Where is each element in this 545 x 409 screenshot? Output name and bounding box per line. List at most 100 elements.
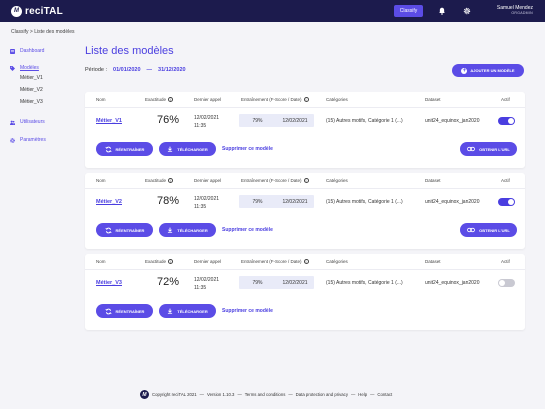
header-active: Actif [501,178,510,183]
sidebar-item-dashboard[interactable]: Dashboard [10,47,80,55]
active-toggle[interactable] [498,279,515,287]
privacy-link[interactable]: Data protection and privacy [296,392,348,397]
version: Version 1.10.3 [206,392,235,397]
dataset-value: unit24_equinox_jan2020 [425,280,480,286]
header-categories: Catégories [326,259,348,264]
user-menu[interactable]: Samuel Mendez ORGADMIN [478,5,533,16]
add-model-label: AJOUTER UN MODÈLE [470,68,515,73]
info-icon[interactable]: i [303,97,309,103]
retrain-button[interactable]: RÉENTRAÎNER [96,223,153,237]
training-date: 12/02/2021 [282,117,308,124]
info-icon[interactable]: i [303,259,309,265]
link-icon [467,146,476,152]
categories-value: (15) Autres motifs, Catégorie 1 (...) [326,199,403,205]
breadcrumb[interactable]: Classify > Liste des modèles [11,29,75,35]
delete-model-link[interactable]: Supprimer ce modèle [222,227,273,233]
header-last-call: Dernier appel [194,259,222,264]
info-icon[interactable]: i [168,97,174,103]
logo-text: reciTAL [25,5,63,17]
gear-icon[interactable] [461,5,473,17]
dashboard-icon [10,48,15,54]
tag-icon [10,65,15,71]
sidebar-item-label: Modèles [20,65,39,71]
header-training: Entraînement (F-Score / Date) i [241,259,309,265]
period-to[interactable]: 31/12/2020 [158,67,186,73]
model-card: Nom Exactitude i Dernier appel Entraîneme… [85,92,525,168]
categories-value: (15) Autres motifs, Catégorie 1 (...) [326,280,403,286]
download-button[interactable]: TÉLÉCHARGER [159,304,216,318]
header-active: Actif [501,97,510,102]
sidebar-item-users[interactable]: Utilisateurs [10,118,80,126]
info-icon[interactable]: i [303,178,309,184]
logo[interactable]: M reciTAL [11,5,63,17]
gear-icon [10,137,15,143]
training-box: 79% 12/02/2021 [239,276,314,289]
divider [85,269,525,270]
toggle-knob [499,280,505,286]
bell-icon[interactable] [436,5,448,17]
header-last-call: Dernier appel [194,178,222,183]
sidebar-item-models[interactable]: Modèles [10,64,80,72]
header-name: Nom [96,178,106,183]
sidebar-subitem-metier-v1[interactable]: Métier_V1 [20,72,80,84]
active-toggle[interactable] [498,117,515,125]
training-box: 79% 12/02/2021 [239,195,314,208]
terms-link[interactable]: Terms and conditions [245,392,286,397]
help-link[interactable]: Help [358,392,367,397]
sync-icon [104,227,112,233]
last-call-date: 12/02/2021 [194,277,220,283]
header-categories: Catégories [326,178,348,183]
get-url-button[interactable]: OBTENIR L'URL [460,223,517,237]
sidebar-subitem-metier-v3[interactable]: Métier_V3 [20,96,80,108]
period-label: Période : [85,67,108,73]
header-dataset: Dataset [425,97,441,102]
footer-logo: M [140,390,149,399]
top-bar: M reciTAL Classify Samuel Mendez ORGADMI… [0,0,545,22]
period-filter: Période : 01/01/2020 — 31/12/2020 [85,67,186,73]
header-training: Entraînement (F-Score / Date) i [241,178,309,184]
contact-link[interactable]: Contact [377,392,392,397]
last-call: 12/02/2021 11:35 [194,276,219,292]
download-button[interactable]: TÉLÉCHARGER [159,223,216,237]
training-date: 12/02/2021 [282,279,308,286]
sidebar: Dashboard Modèles Métier_V1 Métier_V2 Mé… [10,47,80,144]
fscore-value: 79% [252,198,263,205]
user-org: ORGADMIN [511,11,533,15]
info-icon[interactable]: i [168,178,174,184]
sidebar-item-settings[interactable]: Paramètres [10,136,80,144]
model-card: Nom Exactitude i Dernier appel Entraîneme… [85,173,525,249]
model-name-link[interactable]: Métier_V1 [96,118,122,124]
logo-mark: M [11,5,22,17]
sidebar-item-label: Paramètres [20,137,46,143]
get-url-button[interactable]: OBTENIR L'URL [460,142,517,156]
plus-icon: + [461,67,468,74]
exactitude-value: 76% [157,114,180,126]
add-model-button[interactable]: + AJOUTER UN MODÈLE [452,64,524,77]
delete-model-link[interactable]: Supprimer ce modèle [222,308,273,314]
toggle-knob [508,199,514,205]
training-box: 79% 12/02/2021 [239,114,314,127]
header-name: Nom [96,97,106,102]
delete-model-link[interactable]: Supprimer ce modèle [222,146,273,152]
divider [85,107,525,108]
last-call-time: 11:35 [194,123,207,129]
retrain-button[interactable]: RÉENTRAÎNER [96,304,153,318]
sync-icon [104,146,112,152]
last-call-date: 12/02/2021 [194,115,220,121]
model-name-link[interactable]: Métier_V2 [96,199,122,205]
download-icon [168,227,173,233]
active-toggle[interactable] [498,198,515,206]
retrain-button[interactable]: RÉENTRAÎNER [96,142,153,156]
exactitude-value: 72% [157,276,180,288]
model-name-link[interactable]: Métier_V3 [96,280,122,286]
info-icon[interactable]: i [168,259,174,265]
last-call: 12/02/2021 11:35 [194,114,219,130]
sync-icon [104,308,112,314]
download-icon [168,308,173,314]
sidebar-subitem-metier-v2[interactable]: Métier_V2 [20,84,80,96]
classify-button[interactable]: Classify [394,5,423,17]
period-from[interactable]: 01/01/2020 [113,67,141,73]
sidebar-item-label: Utilisateurs [20,119,45,125]
download-button[interactable]: TÉLÉCHARGER [159,142,216,156]
link-icon [467,227,476,233]
